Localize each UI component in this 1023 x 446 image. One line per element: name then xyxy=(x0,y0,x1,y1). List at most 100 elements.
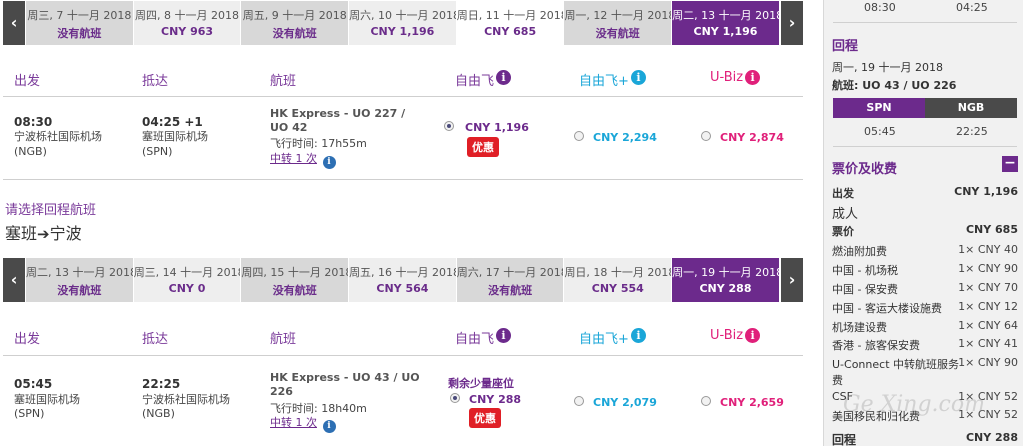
fee-name: 机场建设费 xyxy=(832,321,887,334)
outbound-date-cell-selected[interactable]: 周二, 13 十一月 2018 CNY 1,196 xyxy=(672,1,780,45)
arrival-code: (NGB) xyxy=(142,407,175,420)
stops-link[interactable]: 中转 1 次 xyxy=(270,416,317,429)
return-date: 周一, 19 十一月 2018 xyxy=(832,61,943,74)
fee-row: 燃油附加费 1× CNY 40 xyxy=(832,243,1018,261)
date-label: 周四, 15 十一月 2018 xyxy=(241,266,349,279)
arrival-time: 22:25 xyxy=(142,377,181,391)
departure-time: 08:30 xyxy=(14,115,53,129)
return-prompt: 请选择回程航班 xyxy=(5,203,97,218)
inbound-date-cell[interactable]: 周六, 17 十一月 2018 没有航班 xyxy=(456,258,565,302)
info-icon[interactable]: i xyxy=(745,70,761,85)
info-icon[interactable]: i xyxy=(745,328,761,343)
info-icon[interactable]: i xyxy=(322,156,336,169)
departure-code: (SPN) xyxy=(14,407,45,420)
inbound-flight-row: 05:45 塞班国际机场 (SPN) 22:25 宁波栎社国际机场 (NGB) … xyxy=(14,364,800,434)
header-ubiz-group: U-Biz i xyxy=(710,70,761,85)
return-route-bar: SPN NGB xyxy=(833,98,1017,118)
departure-time: 05:45 xyxy=(14,377,53,391)
fare-radio-fly[interactable] xyxy=(444,121,454,131)
date-price: 没有航班 xyxy=(488,284,533,297)
info-icon[interactable]: i xyxy=(322,420,336,433)
inbound-next-dates-button[interactable]: › xyxy=(781,258,803,302)
header-fly-plus-group: 自由飞+ i xyxy=(579,70,646,89)
date-price: 没有航班 xyxy=(595,27,640,40)
header-fly-group: 自由飞 i xyxy=(455,70,512,89)
header-depart: 出发 xyxy=(14,74,41,89)
outbound-prev-dates-button[interactable]: ‹ xyxy=(3,1,25,45)
inbound-prev-dates-button[interactable]: ‹ xyxy=(3,258,25,302)
price-ubiz: CNY 2,659 xyxy=(720,396,784,409)
header-fly: 自由飞 xyxy=(455,332,495,347)
flight-number: HK Express - UO 43 / UO 226 xyxy=(270,371,420,398)
outbound-date-cell[interactable]: 周四, 8 十一月 2018 CNY 963 xyxy=(133,1,242,45)
collapse-fees-button[interactable]: − xyxy=(1002,156,1018,172)
header-fly-plus-group: 自由飞+ i xyxy=(579,328,646,347)
outbound-date-cell[interactable]: 周日, 11 十一月 2018 CNY 685 xyxy=(456,1,565,45)
header-fly-plus: 自由飞+ xyxy=(579,332,629,347)
return-section-title: 回程 xyxy=(832,39,859,54)
departure-code: (NGB) xyxy=(14,145,47,158)
outbound-date-cell[interactable]: 周六, 10 十一月 2018 CNY 1,196 xyxy=(349,1,457,45)
price-fly: CNY 288 xyxy=(469,393,522,406)
arrival-airport: 宁波栎社国际机场 xyxy=(142,393,230,406)
outbound-total-row: 出发 CNY 1,196 xyxy=(832,185,1018,203)
info-icon[interactable]: i xyxy=(630,328,646,343)
outbound-date-cell[interactable]: 周一, 12 十一月 2018 没有航班 xyxy=(564,1,673,45)
divider xyxy=(833,22,1017,23)
arrival-code: (SPN) xyxy=(142,145,173,158)
date-label: 周三, 7 十一月 2018 xyxy=(27,9,132,22)
header-ubiz: U-Biz xyxy=(710,328,744,343)
outbound-label: 出发 xyxy=(832,187,854,200)
price-fly: CNY 1,196 xyxy=(465,121,529,134)
fare-radio-ubiz[interactable] xyxy=(701,396,711,406)
inbound-date-cell[interactable]: 周四, 15 十一月 2018 没有航班 xyxy=(241,258,350,302)
watermark: Ge Xing.com xyxy=(843,392,985,417)
fare-radio-ubiz[interactable] xyxy=(701,131,711,141)
date-price: CNY 1,196 xyxy=(370,25,435,38)
header-fly-plus: 自由飞+ xyxy=(579,74,629,89)
info-icon[interactable]: i xyxy=(630,70,646,85)
outbound-date-cell[interactable]: 周三, 7 十一月 2018 没有航班 xyxy=(26,1,134,45)
stops-group: 中转 1 次 i xyxy=(270,152,336,169)
divider xyxy=(833,146,1017,147)
fare-radio-fly-plus[interactable] xyxy=(574,131,584,141)
header-ubiz: U-Biz xyxy=(710,70,744,85)
outbound-column-headers: 出发 抵达 航班 自由飞 i 自由飞+ i U-Biz i xyxy=(14,70,800,90)
date-label: 周五, 9 十一月 2018 xyxy=(242,9,347,22)
inbound-date-cell-selected[interactable]: 周一, 19 十一月 2018 CNY 288 xyxy=(672,258,780,302)
return-route: 塞班➔宁波 xyxy=(5,220,82,244)
inbound-date-cell[interactable]: 周二, 13 十一月 2018 没有航班 xyxy=(26,258,134,302)
divider xyxy=(3,179,803,180)
fee-row: 香港 - 旅客保安费 1× CNY 41 xyxy=(832,337,1018,355)
stops-link[interactable]: 中转 1 次 xyxy=(270,152,317,165)
outbound-date-list: 周三, 7 十一月 2018 没有航班 周四, 8 十一月 2018 CNY 963… xyxy=(26,1,780,45)
fare-radio-fly[interactable] xyxy=(450,393,460,403)
fee-value: 1× CNY 90 xyxy=(958,356,1018,369)
inbound-date-cell[interactable]: 周三, 14 十一月 2018 CNY 0 xyxy=(133,258,242,302)
date-label: 周日, 11 十一月 2018 xyxy=(456,9,564,22)
fees-section-title: 票价及收费 xyxy=(832,162,898,177)
flight-number: HK Express - UO 227 / UO 42 xyxy=(270,107,406,134)
stops-group: 中转 1 次 i xyxy=(270,416,336,433)
date-price: CNY 554 xyxy=(591,282,644,295)
header-flight: 航班 xyxy=(270,332,297,347)
fee-value: 1× CNY 90 xyxy=(958,262,1018,275)
date-price: CNY 0 xyxy=(168,282,206,295)
inbound-date-cell[interactable]: 周日, 18 十一月 2018 CNY 554 xyxy=(564,258,673,302)
date-price: CNY 685 xyxy=(484,25,537,38)
fee-value: 1× CNY 12 xyxy=(958,300,1018,313)
fare-radio-fly-plus[interactable] xyxy=(574,396,584,406)
departure-airport: 宁波栎社国际机场 xyxy=(14,130,102,143)
fee-value: 1× CNY 70 xyxy=(958,281,1018,294)
inbound-date-cell[interactable]: 周五, 16 十一月 2018 CNY 564 xyxy=(349,258,457,302)
return-total: CNY 288 xyxy=(965,431,1018,444)
outbound-next-dates-button[interactable]: › xyxy=(781,1,803,45)
outbound-total: CNY 1,196 xyxy=(954,185,1018,198)
outbound-date-cell[interactable]: 周五, 9 十一月 2018 没有航班 xyxy=(241,1,350,45)
info-icon[interactable]: i xyxy=(496,328,512,343)
arrow-right-icon: ➔ xyxy=(37,225,50,243)
date-label: 周六, 10 十一月 2018 xyxy=(349,9,456,22)
info-icon[interactable]: i xyxy=(496,70,512,85)
date-price: 没有航班 xyxy=(57,27,102,40)
outbound-date-strip: ‹ 周三, 7 十一月 2018 没有航班 周四, 8 十一月 2018 CNY 9… xyxy=(3,1,803,45)
